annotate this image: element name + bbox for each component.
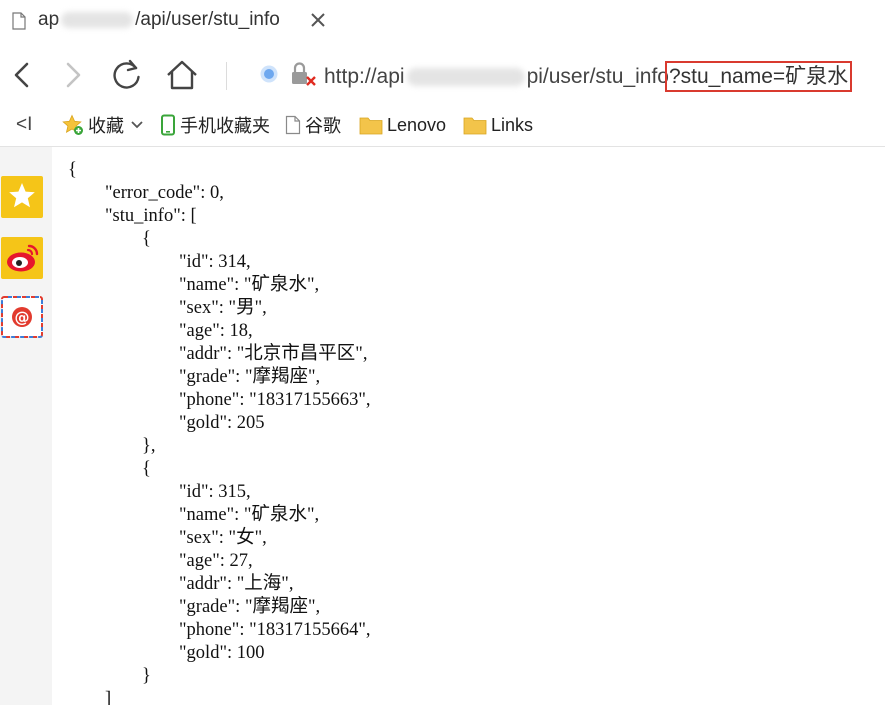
url-query-highlight: ?stu_name=矿泉水 xyxy=(664,61,853,92)
folder-icon xyxy=(359,117,383,135)
side-panel: @ xyxy=(0,147,53,705)
page-content: { "error_code": 0, "stu_info": [ { "id":… xyxy=(52,147,885,705)
page-icon xyxy=(285,115,301,135)
bookmark-google[interactable]: 谷歌 xyxy=(285,104,341,146)
star-add-icon xyxy=(62,114,83,135)
bookmark-label: 收藏 xyxy=(88,116,124,136)
bookmark-folder-links[interactable]: Links xyxy=(463,104,533,146)
bookmark-label: 谷歌 xyxy=(305,116,341,136)
bookmark-label: Links xyxy=(491,114,534,135)
close-icon[interactable] xyxy=(310,12,326,28)
tab-title[interactable]: ap/api/user/stu_info xyxy=(38,9,280,31)
star-icon[interactable] xyxy=(1,176,43,218)
bookmarks-bar: <I 收藏 手机收藏夹 谷歌 Lenovo Links xyxy=(0,104,885,147)
chevron-down-icon[interactable] xyxy=(130,120,144,130)
folder-icon xyxy=(463,117,487,135)
bookmark-mobile-favorites[interactable]: 手机收藏夹 xyxy=(160,104,270,146)
forward-arrow-icon[interactable] xyxy=(56,58,90,92)
sidebar-toggle-button[interactable]: <I xyxy=(16,104,32,146)
svg-text:@: @ xyxy=(15,309,30,327)
tab-strip: ap/api/user/stu_info xyxy=(0,0,885,44)
address-bar-url[interactable]: http://api pi/user/stu_info?stu_name=矿泉水 xyxy=(324,60,853,92)
bookmark-label: 手机收藏夹 xyxy=(180,116,270,136)
reload-icon[interactable] xyxy=(110,58,144,92)
home-icon[interactable] xyxy=(165,58,199,92)
bookmark-label: Lenovo xyxy=(387,114,447,135)
site-info-icon[interactable] xyxy=(259,64,279,84)
insecure-lock-icon[interactable] xyxy=(289,61,317,87)
bookmark-favorites[interactable]: 收藏 xyxy=(62,104,148,146)
document-icon xyxy=(12,12,26,30)
bookmark-folder-lenovo[interactable]: Lenovo xyxy=(359,104,446,146)
toolbar-divider xyxy=(226,62,227,90)
phone-icon xyxy=(161,114,175,136)
json-response-text: { "error_code": 0, "stu_info": [ { "id":… xyxy=(68,160,371,705)
back-arrow-icon[interactable] xyxy=(5,58,39,92)
at-mail-icon[interactable]: @ xyxy=(1,296,43,338)
weibo-icon[interactable] xyxy=(1,237,43,279)
